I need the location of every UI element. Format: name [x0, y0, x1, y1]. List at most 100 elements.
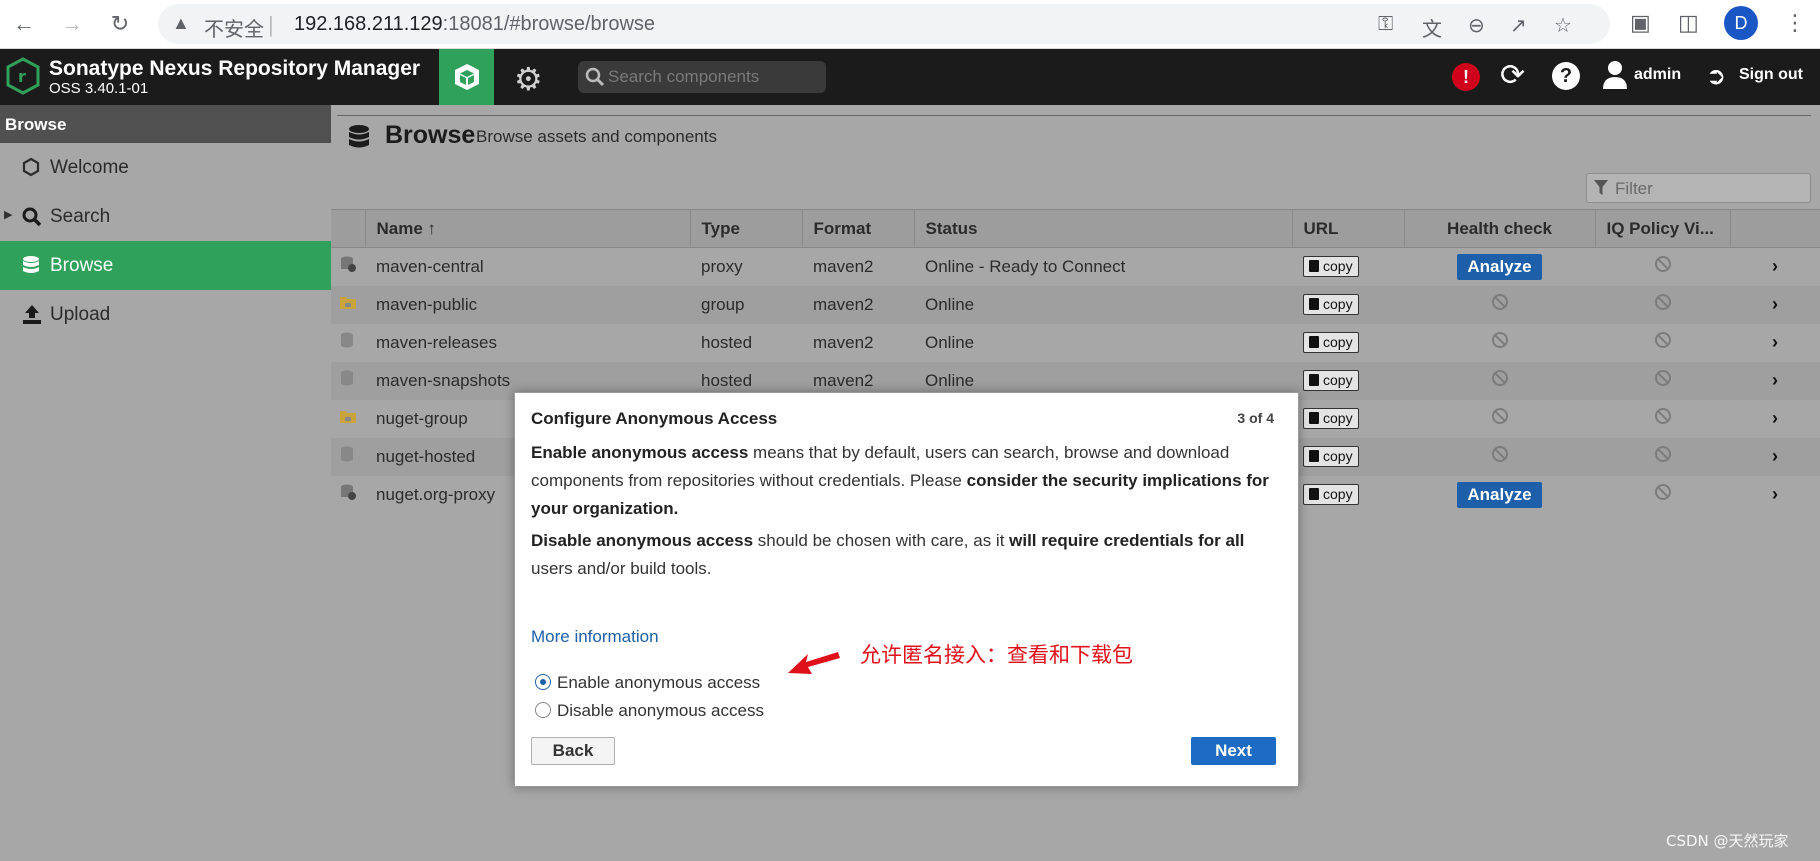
bookmark-star-icon[interactable]: ☆ — [1554, 13, 1572, 38]
chevron-right-icon[interactable]: › — [1772, 484, 1778, 504]
column-header-format[interactable]: Format — [802, 209, 915, 248]
row-action-cell[interactable]: › — [1730, 247, 1820, 286]
row-action-cell[interactable]: › — [1730, 361, 1820, 400]
copy-url-button[interactable]: copy — [1303, 370, 1359, 391]
chevron-right-icon[interactable]: › — [1772, 256, 1778, 276]
extensions-puzzle-icon[interactable]: ▣ — [1630, 10, 1651, 36]
side-panel-icon[interactable]: ◫ — [1678, 10, 1699, 36]
filter-input[interactable] — [1615, 178, 1805, 200]
help-icon[interactable]: ? — [1552, 62, 1580, 90]
hosted-repo-icon — [331, 361, 365, 400]
disabled-circle-icon — [1654, 484, 1671, 500]
enable-description: Enable anonymous access means that by de… — [531, 443, 1269, 518]
iq-policy-cell — [1595, 285, 1730, 324]
repo-type: proxy — [690, 247, 802, 286]
row-action-cell[interactable]: › — [1730, 323, 1820, 362]
column-header-type[interactable]: Type — [690, 209, 803, 248]
translate-icon[interactable]: 文 — [1422, 13, 1442, 42]
next-button[interactable]: Next — [1191, 737, 1276, 765]
username-label[interactable]: admin — [1634, 66, 1681, 84]
copy-url-button[interactable]: copy — [1303, 256, 1359, 278]
app-version: OSS 3.40.1-01 — [49, 80, 149, 97]
cube-icon — [455, 64, 479, 90]
analyze-button[interactable]: Analyze — [1457, 481, 1542, 508]
enable-anonymous-radio[interactable]: Enable anonymous access — [535, 673, 760, 693]
table-row[interactable]: maven-public group maven2 Online copy › — [331, 285, 1820, 324]
copy-url-button[interactable]: copy — [1303, 408, 1359, 429]
browse-mode-button[interactable] — [439, 49, 494, 105]
column-header-name[interactable]: Name ↑ — [365, 209, 691, 248]
repo-status: Online - Ready to Connect — [914, 247, 1292, 286]
reload-icon[interactable]: ↻ — [104, 8, 136, 40]
profile-avatar[interactable]: D — [1724, 6, 1758, 40]
chevron-right-icon[interactable]: › — [1772, 408, 1778, 428]
repo-name: maven-releases — [365, 323, 690, 362]
key-icon[interactable]: ⚿ — [1378, 13, 1393, 36]
health-check-cell — [1404, 285, 1595, 324]
refresh-icon[interactable]: ⟳ — [1500, 58, 1525, 93]
copy-url-button[interactable]: copy — [1303, 294, 1359, 315]
repo-name: maven-central — [365, 247, 690, 286]
chrome-menu-icon[interactable]: ⋮ — [1784, 10, 1806, 36]
chevron-right-icon[interactable]: › — [1772, 332, 1778, 352]
page-header: Browse Browse assets and components — [331, 105, 1820, 209]
column-header-status[interactable]: Status — [914, 209, 1293, 248]
iq-policy-cell — [1595, 361, 1730, 400]
radio-unchecked-icon[interactable] — [535, 702, 551, 718]
clipboard-icon — [1309, 412, 1319, 424]
disable-anonymous-radio[interactable]: Disable anonymous access — [535, 701, 764, 721]
sign-out-icon[interactable]: ➲ — [1706, 62, 1726, 91]
sidebar-item-label: Browse — [50, 255, 114, 276]
more-information-link[interactable]: More information — [531, 627, 659, 647]
copy-url-button[interactable]: copy — [1303, 484, 1359, 505]
filter-box[interactable] — [1586, 173, 1811, 203]
sign-out-link[interactable]: Sign out — [1739, 66, 1803, 84]
sidebar: Browse Welcome ▶ Search Browse Upload — [0, 105, 331, 861]
address-bar[interactable]: ▲ 不安全 | 192.168.211.129:18081/#browse/br… — [158, 4, 1610, 44]
configure-anonymous-access-dialog: Configure Anonymous Access 3 of 4 Enable… — [514, 392, 1299, 787]
nexus-logo-icon: r — [6, 57, 40, 95]
url-cell: copy — [1292, 323, 1404, 362]
repo-type: hosted — [690, 323, 802, 362]
url-text[interactable]: 192.168.211.129:18081/#browse/browse — [294, 13, 655, 36]
sidebar-item-upload[interactable]: Upload — [0, 290, 331, 339]
row-action-cell[interactable]: › — [1730, 475, 1820, 514]
repo-status: Online — [914, 323, 1292, 362]
alert-icon[interactable]: ! — [1452, 63, 1480, 91]
chevron-right-icon[interactable]: › — [1772, 446, 1778, 466]
table-row[interactable]: maven-central proxy maven2 Online - Read… — [331, 247, 1820, 286]
table-row[interactable]: maven-releases hosted maven2 Online copy… — [331, 323, 1820, 362]
analyze-button[interactable]: Analyze — [1457, 253, 1542, 280]
column-header-url[interactable]: URL — [1292, 209, 1405, 248]
sidebar-item-welcome[interactable]: Welcome — [0, 143, 331, 192]
column-header-health-check[interactable]: Health check — [1404, 209, 1596, 248]
repo-format: maven2 — [802, 323, 914, 362]
row-action-cell[interactable]: › — [1730, 437, 1820, 476]
expand-arrow-icon[interactable]: ▶ — [4, 208, 12, 221]
copy-url-button[interactable]: copy — [1303, 446, 1359, 467]
share-icon[interactable]: ↗ — [1510, 13, 1527, 38]
component-search[interactable] — [578, 61, 826, 93]
sidebar-item-search[interactable]: ▶ Search — [0, 192, 331, 241]
chevron-right-icon[interactable]: › — [1772, 370, 1778, 390]
copy-url-button[interactable]: copy — [1303, 332, 1359, 353]
repo-format: maven2 — [802, 285, 914, 324]
column-header-iq-policy[interactable]: IQ Policy Vi... — [1595, 209, 1731, 248]
clipboard-icon — [1309, 298, 1319, 310]
iq-policy-cell — [1595, 475, 1730, 514]
health-check-cell — [1404, 437, 1595, 476]
back-arrow-icon[interactable]: ← — [8, 8, 40, 40]
disabled-circle-icon — [1491, 446, 1508, 462]
row-action-cell[interactable]: › — [1730, 399, 1820, 438]
sidebar-item-browse[interactable]: Browse — [0, 241, 331, 290]
admin-gear-icon[interactable]: ⚙ — [514, 60, 543, 98]
row-action-cell[interactable]: › — [1730, 285, 1820, 324]
chevron-right-icon[interactable]: › — [1772, 294, 1778, 314]
search-components-input[interactable] — [608, 65, 818, 89]
forward-arrow-icon[interactable]: → — [56, 8, 88, 40]
sidebar-item-label: Search — [50, 206, 111, 227]
user-icon[interactable] — [1602, 59, 1628, 91]
back-button[interactable]: Back — [531, 737, 615, 765]
radio-checked-icon[interactable] — [535, 674, 551, 690]
zoom-out-icon[interactable]: ⊖ — [1468, 13, 1485, 38]
